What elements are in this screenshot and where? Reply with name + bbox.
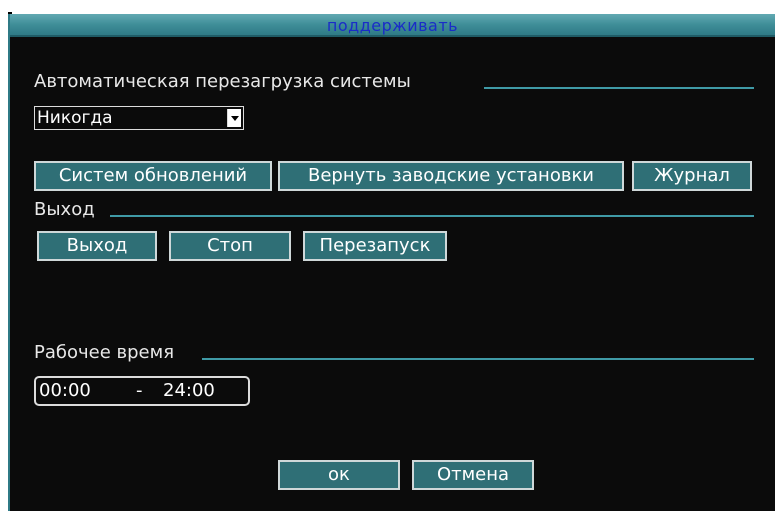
work-time-end[interactable]: 24:00 (163, 378, 215, 404)
exit-section-label: Выход (34, 199, 95, 220)
dialog-title: поддерживать (326, 16, 459, 35)
dialog-titlebar: поддерживать (10, 14, 775, 37)
maintenance-dialog: поддерживать Автоматическая перезагрузка… (8, 14, 775, 511)
work-time-label: Рабочее время (34, 342, 175, 363)
restart-button[interactable]: Перезапуск (303, 231, 447, 261)
exit-button[interactable]: Выход (37, 231, 157, 261)
chevron-down-icon[interactable] (227, 109, 241, 127)
auto-reboot-select[interactable]: Никогда (34, 106, 244, 130)
stop-button[interactable]: Стоп (169, 231, 291, 261)
auto-reboot-select-value: Никогда (37, 108, 113, 128)
screen: поддерживать Автоматическая перезагрузка… (0, 0, 783, 511)
ok-button[interactable]: ок (278, 460, 400, 490)
exit-section-divider (110, 215, 754, 217)
log-button[interactable]: Журнал (632, 161, 752, 191)
factory-reset-button[interactable]: Вернуть заводские установки (278, 161, 624, 191)
auto-reboot-divider (484, 87, 754, 89)
auto-reboot-label: Автоматическая перезагрузка системы (34, 71, 411, 92)
work-time-range-input[interactable]: 00:00 - 24:00 (34, 376, 250, 406)
work-time-separator: - (136, 380, 143, 401)
work-time-start[interactable]: 00:00 (39, 378, 91, 404)
system-update-button[interactable]: Систем обновлений (34, 161, 272, 191)
cancel-button[interactable]: Отмена (412, 460, 534, 490)
work-time-divider (202, 358, 754, 360)
